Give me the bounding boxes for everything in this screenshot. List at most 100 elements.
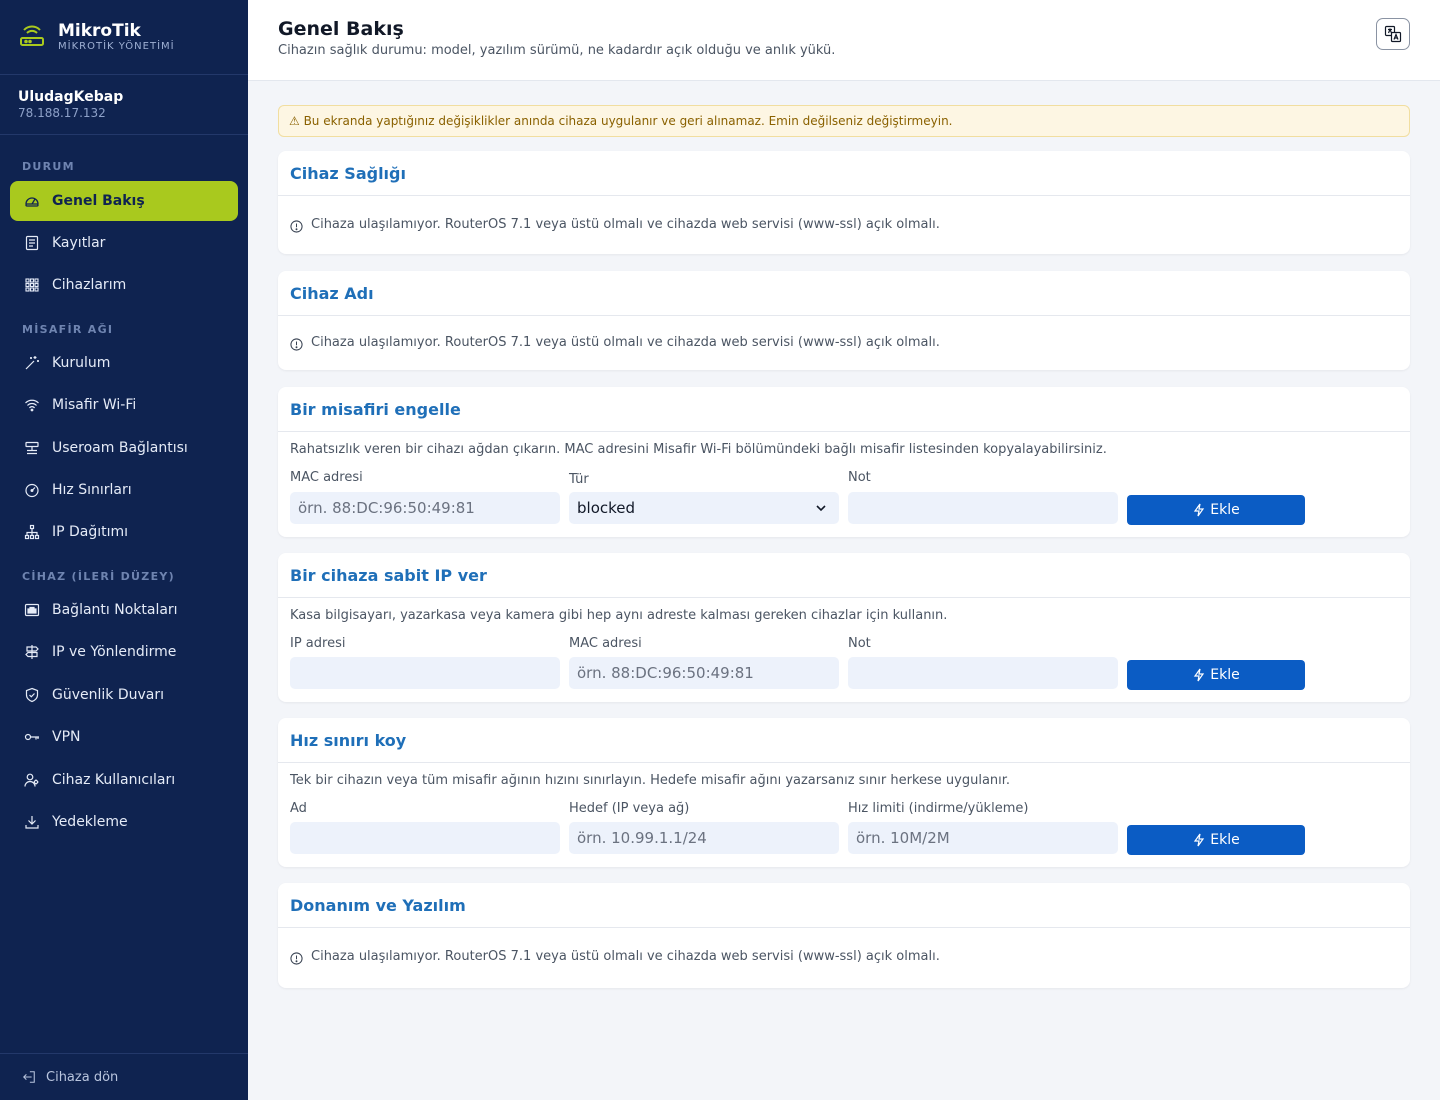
target-input[interactable]	[569, 822, 839, 854]
section-cihaz: CİHAZ (İLERİ DÜZEY)	[22, 570, 175, 583]
add-limit-button[interactable]: Ekle	[1127, 825, 1305, 855]
card-description: Kasa bilgisayarı, yazarkasa veya kamera …	[290, 608, 948, 623]
sidebar-item-label: IP ve Yönlendirme	[52, 644, 177, 660]
card-hardware-software: Donanım ve Yazılım Cihaza ulaşılamıyor. …	[278, 883, 1410, 988]
sidebar-item-baglanti-noktalari[interactable]: Bağlantı Noktaları	[10, 590, 238, 630]
wand-icon	[25, 356, 39, 370]
mac-input[interactable]	[569, 657, 839, 689]
sidebar-item-cihaz-kullanicilari[interactable]: Cihaz Kullanıcıları	[10, 760, 238, 800]
gauge-icon	[25, 197, 39, 207]
unreachable-text: Cihaza ulaşılamıyor. RouterOS 7.1 veya ü…	[311, 948, 940, 964]
sidebar-item-label: Kurulum	[52, 355, 111, 371]
sidebar-item-guvenlik-duvari[interactable]: Güvenlik Duvarı	[10, 675, 238, 715]
card-title: Bir misafiri engelle	[278, 387, 1410, 432]
card-description: Rahatsızlık veren bir cihazı ağdan çıkar…	[290, 442, 1107, 457]
speedometer-icon	[25, 483, 39, 498]
shield-icon	[25, 687, 39, 703]
sidebar-item-ip-dagitimi[interactable]: IP Dağıtımı	[10, 512, 238, 552]
language-button[interactable]	[1376, 18, 1410, 50]
add-block-button[interactable]: Ekle	[1127, 495, 1305, 525]
type-label: Tür	[569, 472, 589, 487]
wifi-icon	[25, 399, 39, 412]
sidebar-item-ip-yonlendirme[interactable]: IP ve Yönlendirme	[10, 632, 238, 672]
sidebar-item-vpn[interactable]: VPN	[10, 717, 238, 757]
server-icon	[25, 441, 39, 455]
type-select[interactable]: blocked	[569, 492, 839, 524]
rate-label: Hız limiti (indirme/yükleme)	[848, 801, 1029, 816]
brand: MikroTik MİKROTİK YÖNETİMİ	[0, 0, 248, 75]
sidebar-item-useroam[interactable]: Useroam Bağlantısı	[10, 428, 238, 468]
chevron-down-icon	[816, 505, 826, 512]
page-title: Genel Bakış	[278, 18, 404, 40]
back-to-device-link[interactable]: Cihaza dön	[0, 1053, 248, 1100]
sidebar-item-label: Cihaz Kullanıcıları	[52, 772, 176, 788]
add-button-label: Ekle	[1210, 667, 1240, 683]
bolt-icon	[1194, 668, 1205, 682]
info-icon	[290, 337, 303, 351]
card-title: Bir cihaza sabit IP ver	[278, 553, 1410, 598]
sidebar-item-kurulum[interactable]: Kurulum	[10, 343, 238, 383]
sidebar-item-label: Useroam Bağlantısı	[52, 440, 188, 456]
ip-label: IP adresi	[290, 636, 346, 651]
sidebar-item-hiz-sinirlari[interactable]: Hız Sınırları	[10, 470, 238, 510]
sidebar-item-genel-bakis[interactable]: Genel Bakış	[10, 181, 238, 221]
card-device-name: Cihaz Adı Cihaza ulaşılamıyor. RouterOS …	[278, 271, 1410, 370]
note-input[interactable]	[848, 657, 1118, 689]
device-name: UludagKebap	[18, 89, 124, 105]
unreachable-message: Cihaza ulaşılamıyor. RouterOS 7.1 veya ü…	[278, 196, 1410, 253]
network-icon	[24, 524, 40, 540]
card-title: Hız sınırı koy	[278, 718, 1410, 763]
mac-label: MAC adresi	[290, 470, 363, 485]
info-icon	[290, 951, 303, 965]
name-label: Ad	[290, 801, 307, 816]
logout-icon	[23, 1071, 35, 1083]
brand-title: MikroTik	[58, 21, 141, 41]
sidebar-item-label: Hız Sınırları	[52, 482, 132, 498]
unreachable-text: Cihaza ulaşılamıyor. RouterOS 7.1 veya ü…	[311, 334, 940, 350]
brand-subtitle: MİKROTİK YÖNETİMİ	[58, 41, 175, 52]
page-header: Genel Bakış Cihazın sağlık durumu: model…	[248, 0, 1440, 81]
port-icon	[24, 603, 40, 617]
translate-icon	[1384, 25, 1402, 43]
sidebar: MikroTik MİKROTİK YÖNETİMİ UludagKebap 7…	[0, 0, 248, 1100]
sidebar-item-kayitlar[interactable]: Kayıtlar	[10, 223, 238, 263]
device-info: UludagKebap 78.188.17.132	[0, 75, 248, 135]
card-static-ip: Bir cihaza sabit IP ver Kasa bilgisayarı…	[278, 553, 1410, 702]
add-static-ip-button[interactable]: Ekle	[1127, 660, 1305, 690]
card-title: Cihaz Adı	[278, 271, 1410, 316]
target-label: Hedef (IP veya ağ)	[569, 801, 690, 816]
download-icon	[25, 816, 39, 829]
note-input[interactable]	[848, 492, 1118, 524]
device-ip: 78.188.17.132	[18, 106, 106, 120]
mac-label: MAC adresi	[569, 636, 642, 651]
sidebar-item-label: IP Dağıtımı	[52, 524, 129, 540]
name-input[interactable]	[290, 822, 560, 854]
rate-input[interactable]	[848, 822, 1118, 854]
sidebar-item-label: VPN	[52, 729, 81, 745]
info-icon	[290, 220, 303, 233]
section-durum: DURUM	[22, 160, 75, 173]
warning-alert: ⚠ Bu ekranda yaptığınız değişiklikler an…	[278, 105, 1410, 137]
card-title: Cihaz Sağlığı	[278, 151, 1410, 196]
card-description: Tek bir cihazın veya tüm misafir ağının …	[290, 773, 1011, 788]
sidebar-item-label: Kayıtlar	[52, 235, 106, 251]
sidebar-item-yedekleme[interactable]: Yedekleme	[10, 802, 238, 842]
sidebar-item-label: Genel Bakış	[52, 193, 145, 209]
grid-icon	[25, 278, 39, 292]
mac-input[interactable]	[290, 492, 560, 524]
unreachable-text: Cihaza ulaşılamıyor. RouterOS 7.1 veya ü…	[311, 217, 940, 232]
page-subtitle: Cihazın sağlık durumu: model, yazılım sü…	[278, 43, 836, 58]
sidebar-item-misafir-wifi[interactable]: Misafir Wi-Fi	[10, 385, 238, 425]
users-icon	[24, 773, 39, 787]
add-button-label: Ekle	[1210, 502, 1240, 518]
sidebar-item-label: Güvenlik Duvarı	[52, 687, 164, 703]
signpost-icon	[25, 645, 39, 659]
card-title: Donanım ve Yazılım	[278, 883, 1410, 928]
sidebar-item-cihazlarim[interactable]: Cihazlarım	[10, 265, 238, 305]
log-icon	[25, 235, 39, 251]
type-select-value: blocked	[577, 499, 636, 517]
note-label: Not	[848, 636, 871, 651]
ip-input[interactable]	[290, 657, 560, 689]
note-label: Not	[848, 470, 871, 485]
card-device-health: Cihaz Sağlığı Cihaza ulaşılamıyor. Route…	[278, 151, 1410, 254]
